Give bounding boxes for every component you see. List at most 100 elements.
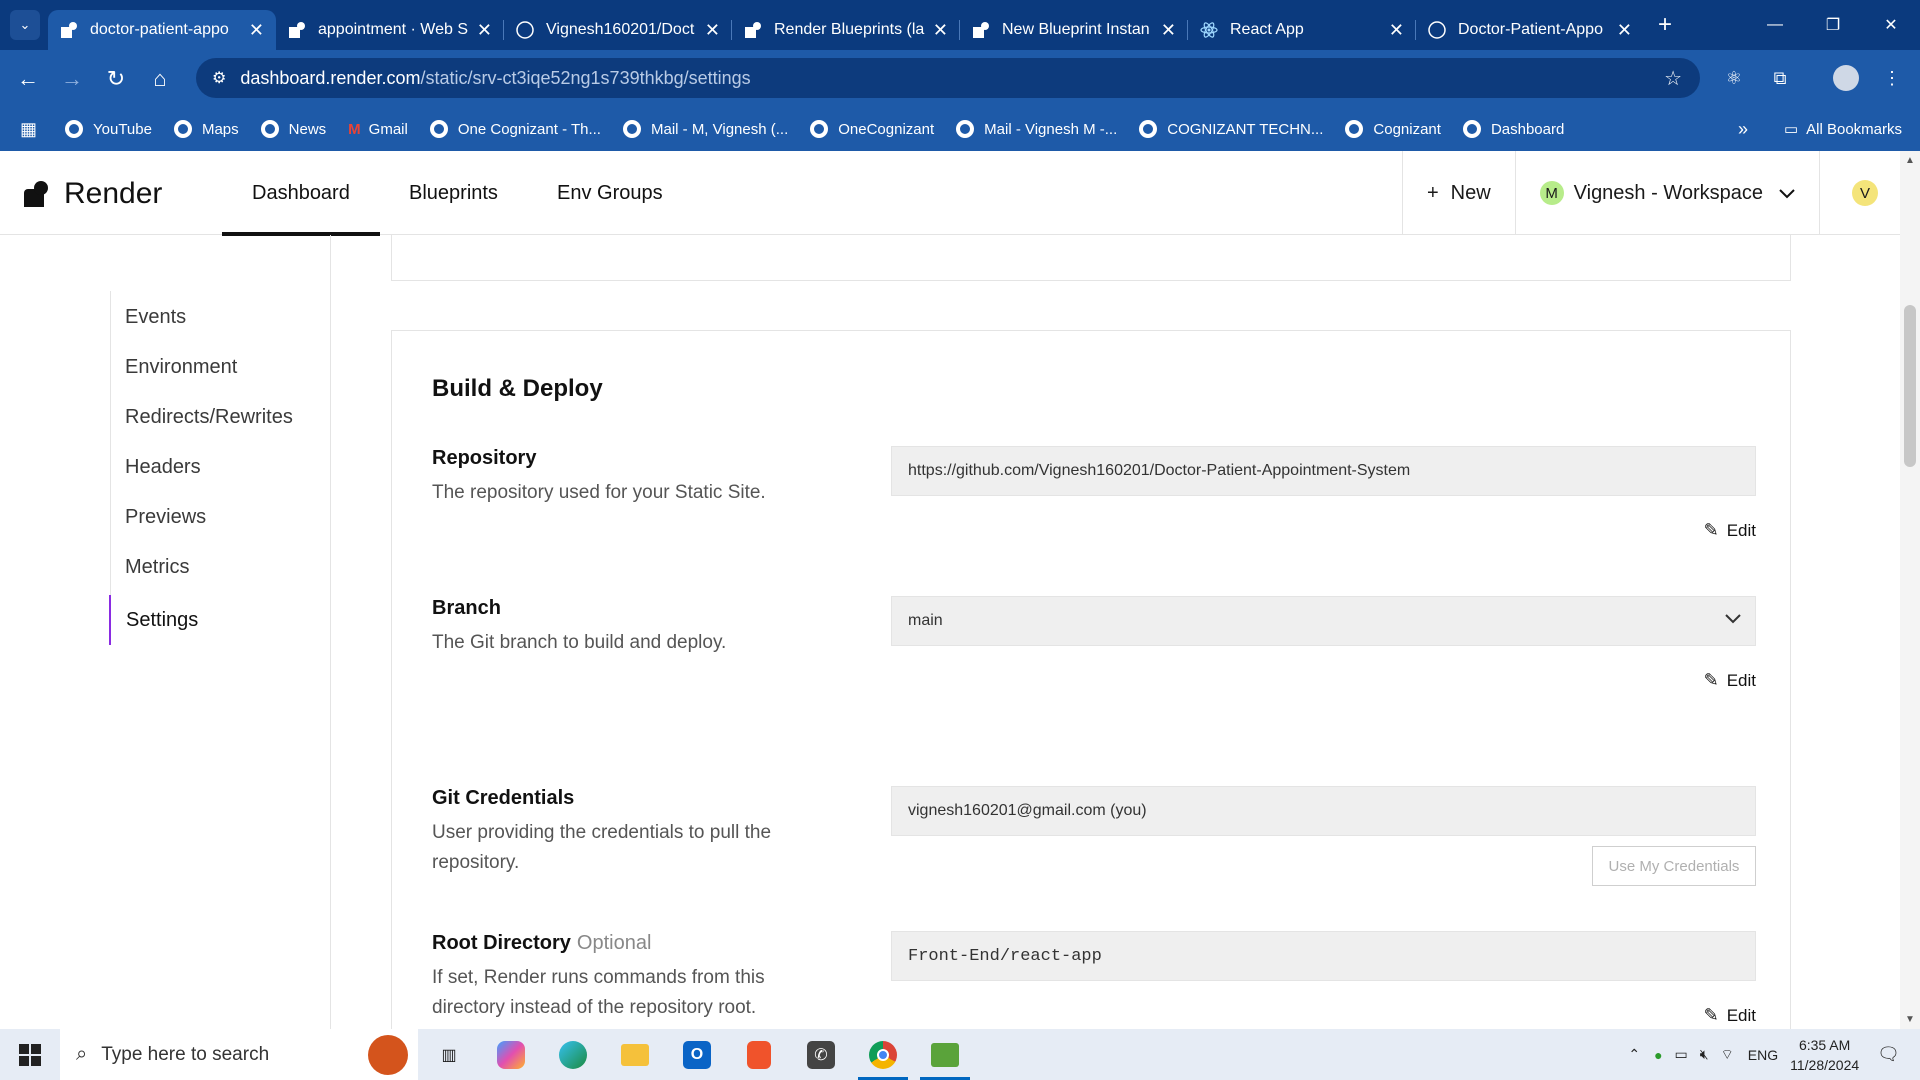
new-button[interactable]: + New <box>1401 151 1515 235</box>
root-directory-edit-button[interactable]: ✎ Edit <box>1704 1005 1756 1026</box>
sidebar-item-previews[interactable]: Previews <box>110 495 206 539</box>
restore-icon[interactable]: ❐ <box>1804 0 1862 50</box>
browser-tab-6[interactable]: React App ✕ <box>1188 10 1416 50</box>
back-arrow-icon[interactable]: ← <box>6 57 50 101</box>
react-devtools-extension-icon[interactable]: ⚛ <box>1712 56 1756 100</box>
nav-blueprints[interactable]: Blueprints <box>409 151 498 235</box>
forward-arrow-icon[interactable]: → <box>50 57 94 101</box>
sidebar-item-environment[interactable]: Environment <box>110 345 237 389</box>
home-icon[interactable]: ⌂ <box>138 57 182 101</box>
all-bookmarks-link[interactable]: All Bookmarks <box>1806 121 1902 138</box>
browser-tab-4[interactable]: Render Blueprints (la ✕ <box>732 10 960 50</box>
repository-edit-button[interactable]: ✎ Edit <box>1704 520 1756 541</box>
clock[interactable]: 6:35 AM 11/28/2024 <box>1790 1035 1859 1075</box>
bookmark-one-cognizant[interactable]: One Cognizant - Th... <box>429 120 601 138</box>
wifi-icon[interactable]: ⌔ <box>1721 1046 1734 1064</box>
scroll-down-arrow-icon[interactable]: ▼ <box>1900 1014 1920 1025</box>
close-window-icon[interactable]: ✕ <box>1862 0 1920 50</box>
more-bookmarks-chevron-icon[interactable]: » <box>1738 119 1748 140</box>
copilot-icon[interactable] <box>480 1029 542 1080</box>
taskbar-search-box[interactable]: ⌕ Type here to search <box>60 1029 418 1080</box>
browser-tab-1[interactable]: doctor-patient-appo ✕ <box>48 10 276 50</box>
sidebar-item-metrics[interactable]: Metrics <box>110 545 189 589</box>
branch-edit-button[interactable]: ✎ Edit <box>1704 670 1756 691</box>
volume-muted-icon[interactable]: 🔇︎ <box>1700 1046 1709 1063</box>
root-directory-label: Root Directory Optional <box>432 932 652 954</box>
bookmark-mail-vignesh[interactable]: Mail - M, Vignesh (... <box>622 120 788 138</box>
build-deploy-card: Build & Deploy Repository The repository… <box>391 330 1791 1029</box>
nav-dashboard[interactable]: Dashboard <box>222 151 380 236</box>
react-favicon-icon <box>1200 21 1218 39</box>
windows-taskbar: ⌕ Type here to search ▥ O ✆ ⌃ ● ▭ 🔇︎ ⌔ E… <box>0 1029 1920 1080</box>
close-tab-icon[interactable]: ✕ <box>1389 20 1404 41</box>
sidebar-item-settings[interactable]: Settings <box>109 595 198 645</box>
bookmarks-bar: ▦ YouTube Maps News M Gmail One Cognizant… <box>0 107 1920 151</box>
bookmark-star-icon[interactable]: ☆ <box>1664 66 1682 91</box>
bookmark-maps[interactable]: Maps <box>173 120 239 138</box>
task-view-icon[interactable]: ▥ <box>418 1029 480 1080</box>
plus-icon: + <box>1426 181 1439 204</box>
sidebar-item-redirects[interactable]: Redirects/Rewrites <box>110 395 293 439</box>
globe-icon <box>622 120 641 138</box>
bookmark-mail-vignesh-m[interactable]: Mail - Vignesh M -... <box>956 120 1117 138</box>
whatsapp-icon[interactable]: ✆ <box>790 1029 852 1080</box>
site-info-icon[interactable]: ⚙ <box>212 68 226 88</box>
address-bar[interactable]: ⚙ dashboard.render.com/static/srv-ct3iqe… <box>196 58 1700 98</box>
browser-menu-icon[interactable]: ⋮ <box>1870 56 1914 100</box>
tab-title: Render Blueprints (la <box>774 21 925 38</box>
tab-title: appointment · Web S <box>318 21 469 38</box>
minimize-icon[interactable]: — <box>1746 0 1804 50</box>
sidebar-item-headers[interactable]: Headers <box>110 445 201 489</box>
close-tab-icon[interactable]: ✕ <box>1617 20 1632 41</box>
new-tab-plus-icon[interactable]: + <box>1658 11 1672 39</box>
close-tab-icon[interactable]: ✕ <box>933 20 948 41</box>
bookmark-dashboard[interactable]: Dashboard <box>1462 120 1564 138</box>
bookmark-onecognizant[interactable]: OneCognizant <box>810 120 934 138</box>
github-favicon-icon <box>1428 21 1446 39</box>
nav-env-groups[interactable]: Env Groups <box>557 151 663 235</box>
notifications-icon[interactable]: 🗨︎ <box>1877 1044 1900 1065</box>
profile-avatar-icon[interactable] <box>1824 56 1868 100</box>
workspace-switcher[interactable]: M Vignesh - Workspace <box>1514 151 1819 235</box>
bookmark-news[interactable]: News <box>260 120 326 138</box>
battery-icon[interactable]: ▭ <box>1675 1046 1688 1063</box>
browser-tab-7[interactable]: Doctor-Patient-Appo ✕ <box>1416 10 1644 50</box>
extensions-puzzle-icon[interactable]: ⧉ <box>1758 56 1802 100</box>
folder-icon: ▭ <box>1783 121 1799 138</box>
sidebar-item-events[interactable]: Events <box>110 295 186 339</box>
globe-icon <box>810 120 829 138</box>
tab-search-chevron-icon[interactable]: ⌄ <box>10 10 40 40</box>
use-my-credentials-button[interactable]: Use My Credentials <box>1592 846 1756 886</box>
bookmark-youtube[interactable]: YouTube <box>65 120 152 138</box>
bookmark-gmail[interactable]: M Gmail <box>348 121 408 138</box>
browser-tab-5[interactable]: New Blueprint Instan ✕ <box>960 10 1188 50</box>
browser-tab-2[interactable]: appointment · Web S ✕ <box>276 10 504 50</box>
service-sidebar: Events Environment Redirects/Rewrites He… <box>0 235 331 1029</box>
close-tab-icon[interactable]: ✕ <box>705 20 720 41</box>
scrollbar-thumb[interactable] <box>1904 305 1916 467</box>
tray-app-icon[interactable]: ● <box>1654 1047 1662 1063</box>
outlook-icon[interactable]: O <box>666 1029 728 1080</box>
file-explorer-icon[interactable] <box>604 1029 666 1080</box>
branch-label: Branch <box>432 597 501 619</box>
app-window-icon[interactable] <box>914 1029 976 1080</box>
chrome-icon[interactable] <box>852 1029 914 1080</box>
scroll-up-arrow-icon[interactable]: ▲ <box>1900 155 1920 166</box>
edge-icon[interactable] <box>542 1029 604 1080</box>
page-scrollbar[interactable]: ▲ ▼ <box>1900 151 1920 1029</box>
bookmark-cognizant[interactable]: Cognizant <box>1345 120 1441 138</box>
url-text: dashboard.render.com/static/srv-ct3iqe52… <box>240 67 751 88</box>
brave-icon[interactable] <box>728 1029 790 1080</box>
branch-select[interactable]: main <box>891 596 1756 646</box>
tray-overflow-chevron-icon[interactable]: ⌃ <box>1628 1046 1640 1063</box>
apps-grid-icon[interactable]: ▦ <box>20 119 37 140</box>
bookmark-cognizant-techn[interactable]: COGNIZANT TECHN... <box>1139 120 1323 138</box>
reload-icon[interactable]: ↻ <box>94 57 138 101</box>
language-indicator[interactable]: ENG <box>1748 1047 1778 1063</box>
close-tab-icon[interactable]: ✕ <box>1161 20 1176 41</box>
browser-tab-3[interactable]: Vignesh160201/Doct ✕ <box>504 10 732 50</box>
render-logo[interactable]: Render <box>24 177 162 211</box>
close-tab-icon[interactable]: ✕ <box>249 20 264 41</box>
close-tab-icon[interactable]: ✕ <box>477 20 492 41</box>
windows-start-icon[interactable] <box>0 1029 60 1080</box>
